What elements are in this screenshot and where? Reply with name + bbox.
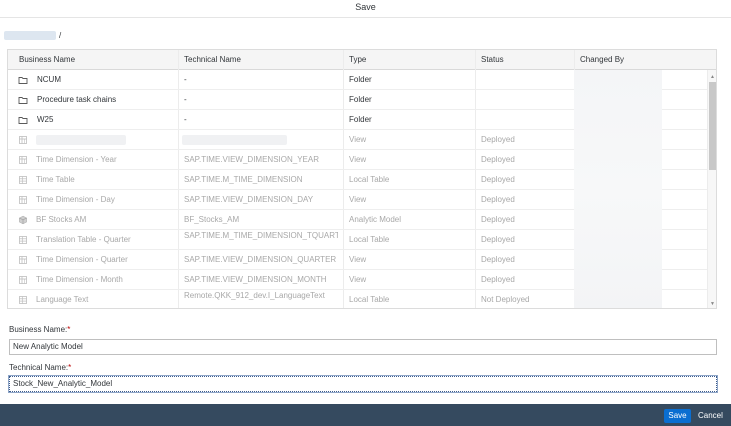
header-changed-by[interactable]: Changed By bbox=[580, 50, 624, 70]
view-icon bbox=[18, 255, 28, 265]
header-business-name[interactable]: Business Name bbox=[19, 50, 75, 70]
cell-type: View bbox=[349, 155, 367, 164]
cell-business-name: Procedure task chains bbox=[37, 95, 117, 104]
breadcrumb-separator: / bbox=[59, 30, 62, 40]
cell-technical-name: SAP.TIME.M_TIME_DIMENSION_TQUARTER bbox=[184, 231, 338, 240]
dialog-title: Save bbox=[0, 0, 731, 18]
cell-business-name: BF Stocks AM bbox=[36, 215, 87, 224]
cube-icon bbox=[18, 215, 28, 225]
cell-business-name: NCUM bbox=[37, 75, 61, 84]
required-marker: * bbox=[67, 325, 71, 334]
cell-type: Folder bbox=[349, 115, 372, 124]
cell-technical-name: SAP.TIME.VIEW_DIMENSION_YEAR bbox=[184, 155, 319, 164]
cell-type: View bbox=[349, 275, 367, 284]
scroll-down-icon[interactable]: ▼ bbox=[710, 301, 715, 307]
cell-status: Deployed bbox=[481, 135, 515, 144]
cancel-button[interactable]: Cancel bbox=[698, 409, 723, 423]
view-icon bbox=[18, 135, 28, 145]
table-icon bbox=[18, 175, 28, 185]
table-icon bbox=[18, 295, 28, 305]
cell-type: Local Table bbox=[349, 235, 390, 244]
cell-business-name: Time Table bbox=[36, 175, 75, 184]
cell-status: Not Deployed bbox=[481, 295, 530, 304]
breadcrumb-root-redacted[interactable] bbox=[4, 30, 56, 40]
cell-business-name: Translation Table - Quarter bbox=[36, 235, 131, 244]
cell-technical-name: - bbox=[184, 95, 187, 104]
cell-business-name: Language Text bbox=[36, 295, 89, 304]
cell-status: Deployed bbox=[481, 215, 515, 224]
cell-technical-name: - bbox=[184, 75, 187, 84]
repository-table: Business Name Technical Name Type Status… bbox=[7, 49, 717, 309]
view-icon bbox=[18, 155, 28, 165]
technical-name-input[interactable]: Stock_New_Analytic_Model bbox=[8, 375, 718, 393]
folder-icon bbox=[18, 95, 28, 105]
scroll-up-icon[interactable]: ▲ bbox=[710, 74, 715, 80]
technical-name-label: Technical Name:* bbox=[9, 363, 72, 372]
header-type[interactable]: Type bbox=[349, 50, 366, 70]
cell-status: Deployed bbox=[481, 255, 515, 264]
cell-business-name: Time Dimension - Month bbox=[36, 275, 123, 284]
header-technical-name[interactable]: Technical Name bbox=[184, 50, 241, 70]
table-scrollbar[interactable]: ▲ ▼ bbox=[707, 70, 716, 308]
scroll-thumb[interactable] bbox=[709, 82, 716, 170]
business-name-label: Business Name:* bbox=[9, 325, 71, 334]
view-icon bbox=[18, 195, 28, 205]
header-status[interactable]: Status bbox=[481, 50, 504, 70]
cell-type: Local Table bbox=[349, 175, 390, 184]
cell-status: Deployed bbox=[481, 275, 515, 284]
cell-status: Deployed bbox=[481, 175, 515, 184]
cell-type: Analytic Model bbox=[349, 215, 402, 224]
cell-status bbox=[481, 90, 571, 110]
cell-status: Deployed bbox=[481, 195, 515, 204]
cell-type: Folder bbox=[349, 95, 372, 104]
cell-type: Local Table bbox=[349, 295, 390, 304]
folder-icon bbox=[18, 115, 28, 125]
business-name-redacted bbox=[36, 135, 126, 145]
cell-status bbox=[481, 70, 571, 90]
cell-status: Deployed bbox=[481, 235, 515, 244]
cell-technical-name: SAP.TIME.VIEW_DIMENSION_MONTH bbox=[184, 275, 327, 284]
folder-icon bbox=[18, 75, 28, 85]
cell-status bbox=[481, 110, 571, 130]
technical-name-redacted bbox=[182, 135, 287, 145]
cell-business-name: Time Dimension - Day bbox=[36, 195, 115, 204]
cell-type: View bbox=[349, 255, 367, 264]
breadcrumb[interactable]: / bbox=[4, 30, 61, 40]
cell-business-name: Time Dimension - Quarter bbox=[36, 255, 128, 264]
cell-technical-name: Remote.QKK_912_dev.I_LanguageText bbox=[184, 291, 325, 300]
cell-technical-name: BF_Stocks_AM bbox=[184, 215, 240, 224]
cell-technical-name: SAP.TIME.M_TIME_DIMENSION bbox=[184, 175, 303, 184]
table-header: Business Name Technical Name Type Status… bbox=[8, 50, 716, 70]
cell-technical-name: SAP.TIME.VIEW_DIMENSION_QUARTER bbox=[184, 255, 337, 264]
save-button[interactable]: Save bbox=[664, 409, 691, 423]
cell-business-name: W25 bbox=[37, 115, 54, 124]
cell-technical-name: - bbox=[184, 115, 187, 124]
changed-by-column-redacted bbox=[574, 70, 662, 308]
required-marker: * bbox=[68, 363, 72, 372]
view-icon bbox=[18, 275, 28, 285]
cell-status: Deployed bbox=[481, 155, 515, 164]
business-name-input[interactable]: New Analytic Model bbox=[9, 339, 717, 355]
cell-business-name: Time Dimension - Year bbox=[36, 155, 117, 164]
cell-type: Folder bbox=[349, 75, 372, 84]
cell-type: View bbox=[349, 135, 367, 144]
cell-technical-name: SAP.TIME.VIEW_DIMENSION_DAY bbox=[184, 195, 314, 204]
table-icon bbox=[18, 235, 28, 245]
cell-type: View bbox=[349, 195, 367, 204]
dialog-footer: Save Cancel bbox=[0, 404, 731, 426]
